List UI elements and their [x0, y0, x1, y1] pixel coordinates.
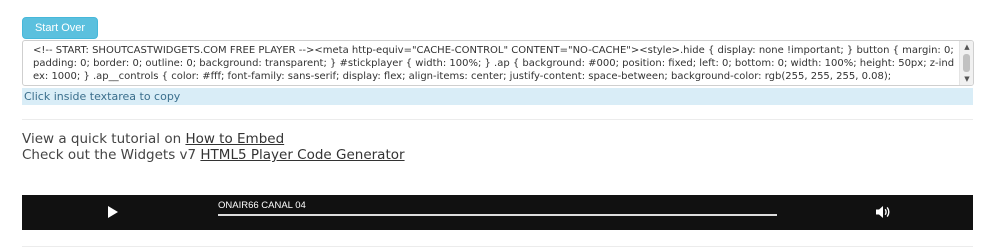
tutorial-line: View a quick tutorial on How to Embed — [22, 131, 405, 147]
scroll-up-arrow-icon[interactable]: ▲ — [960, 41, 973, 53]
play-icon[interactable] — [108, 206, 118, 218]
progress-fill — [218, 214, 777, 216]
tutorial-prefix: View a quick tutorial on — [22, 131, 186, 147]
bottom-divider — [22, 246, 973, 247]
audio-player: ONAIR66 CANAL 04 — [22, 195, 973, 230]
textarea-scrollbar[interactable]: ▲ ▼ — [959, 41, 973, 85]
station-name: ONAIR66 CANAL 04 — [218, 200, 306, 211]
generator-prefix: Check out the Widgets v7 — [22, 147, 201, 163]
volume-icon[interactable] — [875, 205, 891, 219]
help-links: View a quick tutorial on How to Embed Ch… — [22, 131, 405, 163]
start-over-button[interactable]: Start Over — [22, 17, 98, 39]
scroll-down-arrow-icon[interactable]: ▼ — [960, 73, 973, 85]
divider — [22, 119, 973, 120]
copy-hint-banner: Click inside textarea to copy — [22, 88, 973, 105]
scroll-thumb[interactable] — [963, 54, 970, 72]
generator-line: Check out the Widgets v7 HTML5 Player Co… — [22, 147, 405, 163]
progress-bar[interactable] — [218, 214, 777, 216]
player-code-generator-link[interactable]: HTML5 Player Code Generator — [200, 147, 404, 163]
embed-code-text[interactable]: <!-- START: SHOUTCASTWIDGETS.COM FREE PL… — [33, 44, 955, 84]
how-to-embed-link[interactable]: How to Embed — [185, 131, 284, 147]
embed-code-textarea[interactable]: <!-- START: SHOUTCASTWIDGETS.COM FREE PL… — [22, 40, 974, 86]
